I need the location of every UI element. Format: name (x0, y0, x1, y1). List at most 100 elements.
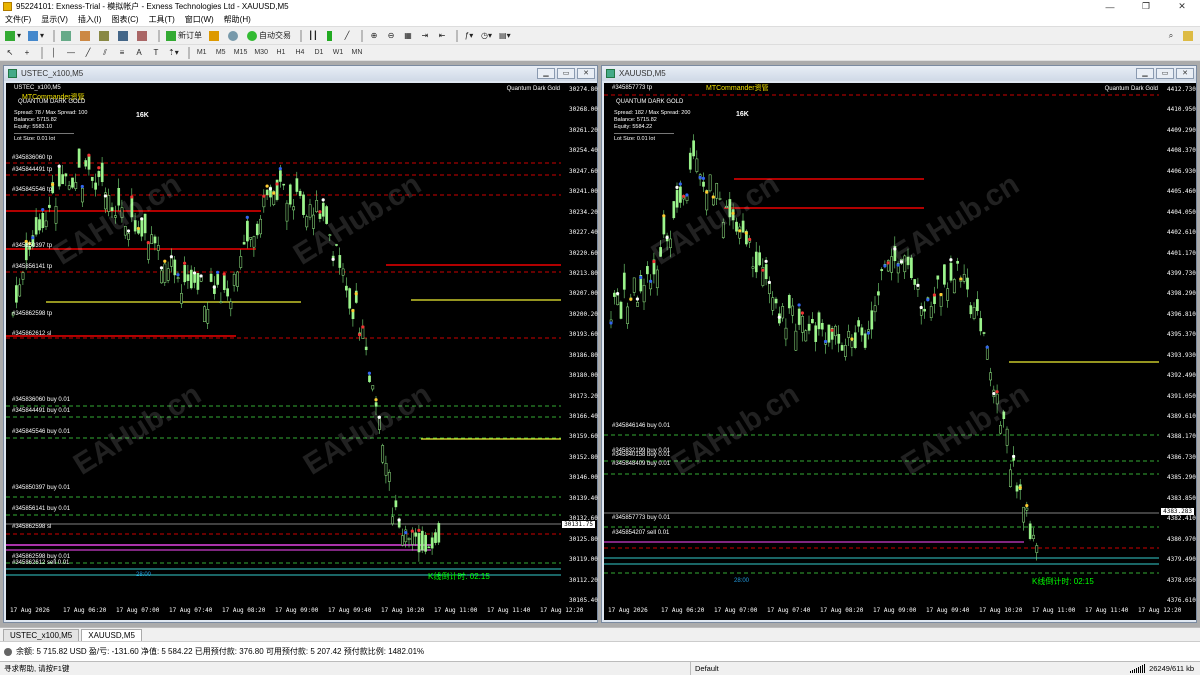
time-axis[interactable]: 17 Aug 2026 17 Aug 06:20 17 Aug 07:00 17 Au… (6, 604, 597, 620)
signals-icon[interactable] (226, 29, 242, 43)
price-tick: 4401.170 (1167, 249, 1196, 257)
timeframe-w1[interactable]: W1 (330, 46, 346, 60)
timeframe-m30[interactable]: M30 (252, 46, 270, 60)
timeframe-mn[interactable]: MN (349, 46, 365, 60)
chart-maximize-button[interactable]: ▭ (1156, 68, 1174, 79)
timeframe-m5[interactable]: M5 (213, 46, 229, 60)
trade-marker (367, 371, 371, 375)
candle-body (949, 262, 953, 281)
price-tick: 30207.00 (569, 290, 598, 298)
navigator-icon[interactable] (97, 29, 113, 43)
trade-marker (404, 531, 408, 535)
price-tick: 30159.60 (569, 433, 598, 441)
tab-xauusd[interactable]: XAUUSD,M5 (81, 629, 142, 641)
candle-body (675, 189, 679, 208)
chart-close-button[interactable]: ✕ (1176, 68, 1194, 79)
time-axis[interactable]: 17 Aug 2026 17 Aug 06:20 17 Aug 07:00 17 Au… (604, 604, 1196, 620)
candle-body (61, 174, 64, 185)
text-label-icon[interactable]: T (149, 46, 163, 60)
price-chart[interactable]: EAHub.cn EAHub.cn EAHub.cn EAHub.cn #345… (604, 83, 1164, 604)
profiles-icon[interactable]: ▾ (26, 29, 46, 43)
minimize-button[interactable]: — (1092, 2, 1128, 12)
cursor-icon[interactable]: ↖ (3, 46, 17, 60)
candle-body (771, 297, 775, 311)
market-watch-icon[interactable] (59, 29, 75, 43)
metaeditor-icon[interactable] (207, 29, 223, 43)
menu-window[interactable]: 窗口(W) (180, 14, 219, 25)
chart-window-titlebar[interactable]: USTEC_x100,M5 ▁ ▭ ✕ (4, 66, 597, 81)
trade-marker (97, 166, 101, 170)
menu-charts[interactable]: 图表(C) (106, 14, 143, 25)
terminal-icon[interactable] (116, 29, 132, 43)
timeframe-m15[interactable]: M15 (232, 46, 250, 60)
candle-body (758, 252, 761, 266)
crosshair-icon[interactable]: + (20, 46, 34, 60)
chart-maximize-button[interactable]: ▭ (557, 68, 575, 79)
chart-window-ustec[interactable]: USTEC_x100,M5 ▁ ▭ ✕ EAHub.cn EAHub.cn EA… (3, 65, 598, 623)
candlestick-icon[interactable] (323, 29, 337, 43)
trade-marker (883, 264, 887, 268)
equidistant-channel-icon[interactable]: ⫽ (98, 46, 112, 60)
price-tick: 4410.950 (1167, 106, 1196, 114)
candle-body (811, 318, 814, 324)
vertical-line-icon[interactable]: │ (47, 46, 61, 60)
window-title: 95224101: Exness-Trial - 模拟帐户 - Exness T… (16, 2, 289, 11)
new-chart-icon[interactable]: ▾ (3, 29, 23, 43)
trendline-icon[interactable]: ╱ (81, 46, 95, 60)
candle-body (153, 236, 157, 244)
arrows-icon[interactable]: ⇡▾ (166, 46, 181, 60)
data-window-icon[interactable] (78, 29, 94, 43)
candle-body (48, 204, 51, 208)
price-axis[interactable]: 4412.730 4410.950 4409.290 4408.370 4406.930… (1164, 83, 1196, 604)
menu-help[interactable]: 帮助(H) (219, 14, 256, 25)
symbol-label: USTEC_x100,M5 (14, 85, 61, 91)
zoom-in-icon[interactable]: ⊕ (367, 29, 381, 43)
menu-view[interactable]: 显示(V) (36, 14, 73, 25)
indicators-icon[interactable]: ƒ▾ (462, 29, 476, 43)
tab-ustec[interactable]: USTEC_x100,M5 (3, 629, 80, 641)
trade-marker (278, 166, 282, 171)
spread-text: Spread: 78 / Max Spread: 100 (14, 110, 88, 116)
chart-shift-icon[interactable]: ⇤ (435, 29, 449, 43)
timeframe-m1[interactable]: M1 (194, 46, 210, 60)
chart-icon (8, 69, 17, 78)
candle-body (672, 201, 676, 219)
bar-chart-icon[interactable]: ┃┃ (306, 29, 320, 43)
chat-icon[interactable] (1181, 29, 1197, 43)
candle-body (97, 170, 101, 178)
close-button[interactable]: ✕ (1164, 1, 1200, 12)
price-chart[interactable]: EAHub.cn EAHub.cn EAHub.cn EAHub.cn USTE… (6, 83, 566, 604)
chart-close-button[interactable]: ✕ (577, 68, 595, 79)
new-order-button[interactable]: 新订单 (164, 29, 204, 43)
maximize-button[interactable]: ❐ (1128, 1, 1164, 12)
templates-icon[interactable]: ▤▾ (497, 29, 513, 43)
connection-status[interactable]: 26249/611 kb (1100, 664, 1200, 673)
timeframe-h4[interactable]: H4 (292, 46, 308, 60)
line-chart-icon[interactable]: ╱ (340, 29, 354, 43)
auto-scroll-icon[interactable]: ⇥ (418, 29, 432, 43)
candle-body (913, 279, 917, 285)
help-hint: 寻求帮助, 请按F1键 (4, 664, 70, 673)
divider (614, 133, 674, 134)
zoom-out-icon[interactable]: ⊖ (384, 29, 398, 43)
menu-file[interactable]: 文件(F) (0, 14, 36, 25)
fibonacci-icon[interactable]: ≡ (115, 46, 129, 60)
menu-tools[interactable]: 工具(T) (144, 14, 180, 25)
text-icon[interactable]: A (132, 46, 146, 60)
tile-windows-icon[interactable]: ▦ (401, 29, 415, 43)
timeframe-d1[interactable]: D1 (311, 46, 327, 60)
candle-body (308, 204, 312, 218)
periods-icon[interactable]: ◷▾ (479, 29, 494, 43)
timeframe-h1[interactable]: H1 (273, 46, 289, 60)
menu-insert[interactable]: 插入(I) (73, 14, 107, 25)
horizontal-line-icon[interactable]: — (64, 46, 78, 60)
profile-name[interactable]: Default (690, 662, 1100, 675)
auto-trading-button[interactable]: 自动交易 (245, 29, 293, 43)
tester-icon[interactable] (135, 29, 151, 43)
chart-window-xauusd[interactable]: XAUUSD,M5 ▁ ▭ ✕ EAHub.cn EAHub.cn EAHub.… (601, 65, 1197, 623)
chart-minimize-button[interactable]: ▁ (537, 68, 555, 79)
chart-minimize-button[interactable]: ▁ (1136, 68, 1154, 79)
chart-window-titlebar[interactable]: XAUUSD,M5 ▁ ▭ ✕ (602, 66, 1196, 81)
order-label: #345854207 sell 0.01 (612, 530, 670, 536)
search-icon[interactable]: ⌕ (1164, 29, 1178, 43)
